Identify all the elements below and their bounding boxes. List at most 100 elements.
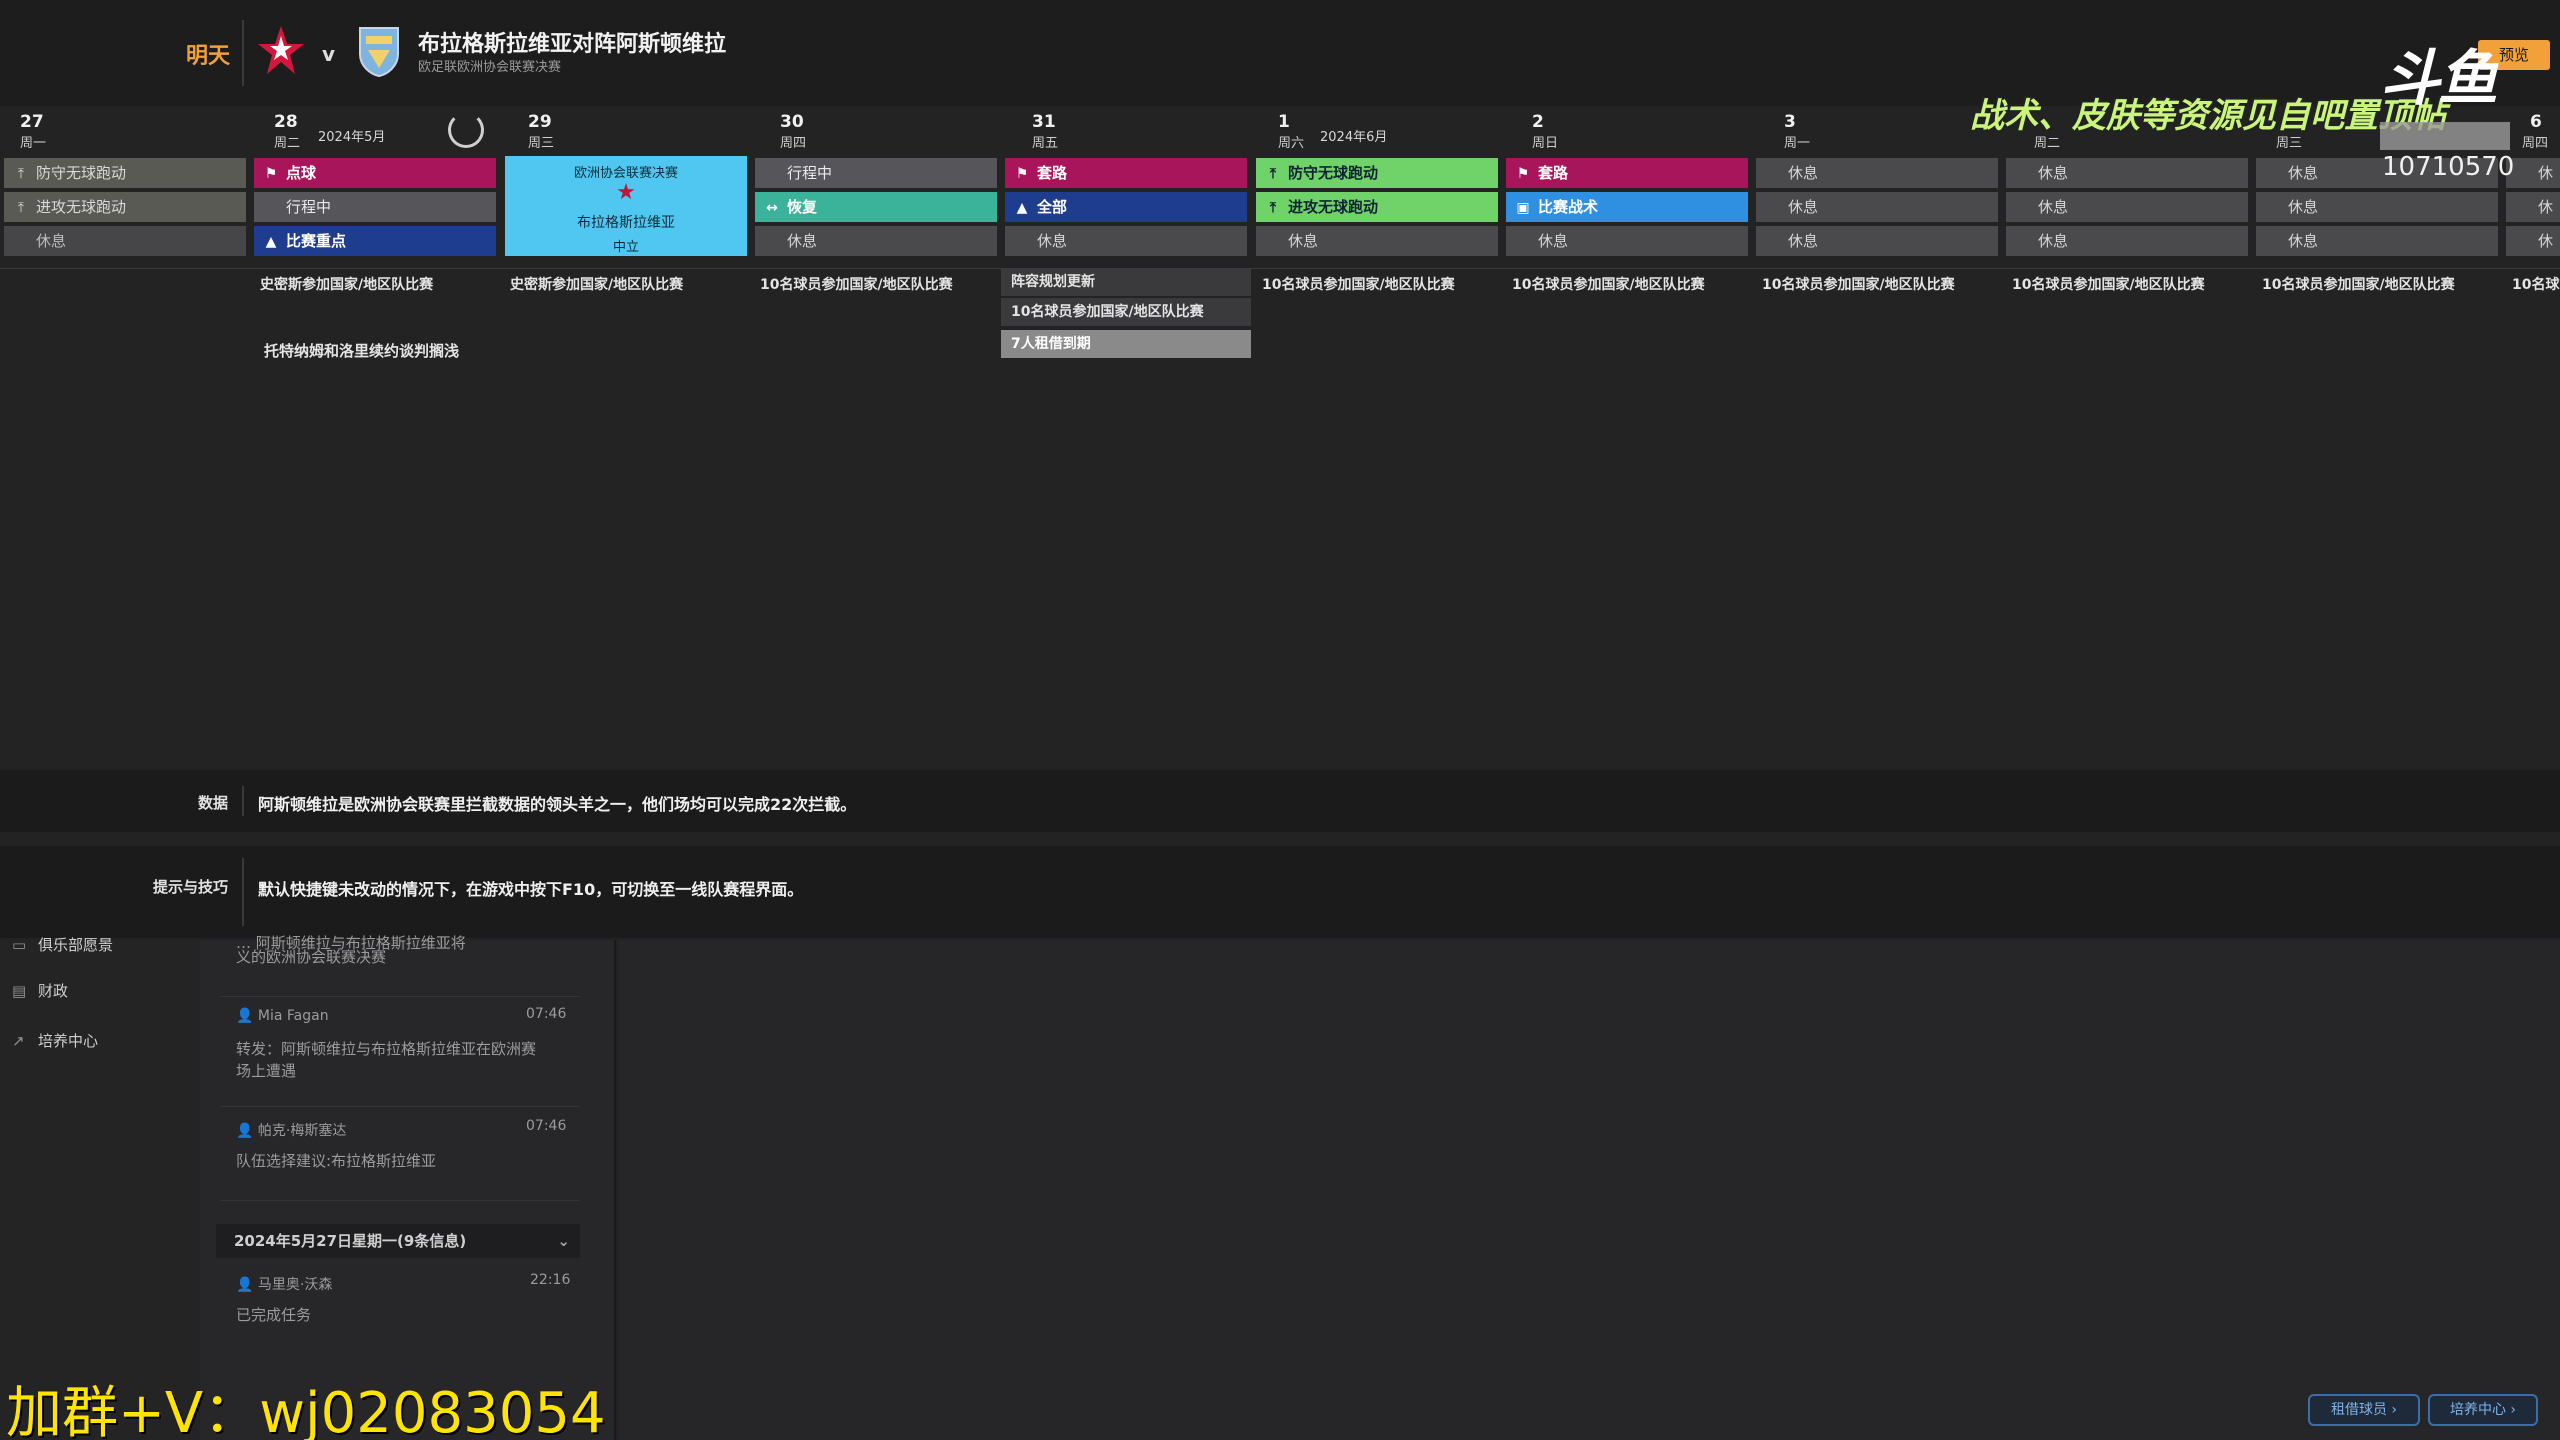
calendar-event[interactable]: 史密斯参加国家/地区队比赛 xyxy=(260,274,433,294)
training-slot[interactable]: 休息 xyxy=(1756,226,1998,256)
news-note[interactable]: 托特纳姆和洛里续约谈判搁浅 xyxy=(264,340,459,361)
training-slot[interactable]: 休息 xyxy=(2256,226,2498,256)
room-number: 10710570 xyxy=(2382,152,2515,182)
sidebar-item-vision[interactable]: ▭ 俱乐部愿景 xyxy=(12,934,113,955)
training-slot[interactable]: ▲ 比赛重点 xyxy=(254,226,496,256)
stream-watermark-text: 战术、皮肤等资源见自吧置顶帖 xyxy=(1970,96,2446,136)
development-center-button[interactable]: 培养中心 › xyxy=(2428,1394,2538,1426)
feed-sender[interactable]: 👤 马里奥·沃森 xyxy=(236,1274,332,1294)
feed-divider xyxy=(220,1200,580,1201)
training-slot[interactable]: ⚑ 点球 xyxy=(254,158,496,188)
feed-date-group[interactable]: 2024年5月27日星期一(9条信息) ⌄ xyxy=(216,1224,580,1258)
match-card[interactable]: 欧洲协会联赛决赛 ★ 布拉格斯拉维亚 中立 xyxy=(505,156,747,256)
sidebar-item-finance[interactable]: ▤ 财政 xyxy=(12,980,68,1001)
calendar-event[interactable]: 7人租借到期 xyxy=(1001,330,1251,358)
douyu-logo: 斗鱼 xyxy=(2380,44,2498,114)
runner-icon: ⤒ xyxy=(17,166,25,182)
training-slot[interactable]: ⚑ 套路 xyxy=(1506,158,1748,188)
day-header: 6 周四 xyxy=(2522,112,2549,151)
training-slot[interactable]: 休 xyxy=(2506,192,2560,222)
training-slot[interactable]: 休息 xyxy=(2006,192,2248,222)
training-slot[interactable]: ↔ 恢复 xyxy=(755,192,997,222)
feed-time: 07:46 xyxy=(526,1118,567,1134)
loan-players-button[interactable]: 租借球员 › xyxy=(2308,1394,2420,1426)
feed-time: 22:16 xyxy=(530,1272,571,1288)
feed-sender[interactable]: 👤 Mia Fagan xyxy=(236,1008,329,1024)
feed-text: 义的欧洲协会联赛决赛 xyxy=(236,948,387,966)
tips-label: 提示与技巧 xyxy=(152,878,228,896)
feed-message[interactable]: 转发：阿斯顿维拉与布拉格斯拉维亚在欧洲赛 xyxy=(236,1038,536,1059)
day-header: 1 周六 2024年6月 xyxy=(1278,112,1388,151)
training-slot[interactable]: 休息 xyxy=(2006,158,2248,188)
tips-bar: 提示与技巧 默认快捷键未改动的情况下，在游戏中按下F10，可切换至一线队赛程界面… xyxy=(0,846,2560,938)
training-slot[interactable]: 行程中 xyxy=(755,158,997,188)
feed-message[interactable]: 场上遭遇 xyxy=(236,1060,296,1081)
person-icon: 👤 xyxy=(236,1123,258,1139)
calendar-event[interactable]: 10名球员参加国家/地区队比赛 xyxy=(1512,274,1705,294)
training-slot[interactable]: 行程中 xyxy=(254,192,496,222)
training-slot[interactable]: ⤒ 进攻无球跑动 xyxy=(1256,192,1498,222)
runner-icon: ⤒ xyxy=(1269,200,1277,216)
training-slot[interactable]: ▲ 全部 xyxy=(1005,192,1247,222)
calendar-event[interactable]: 史密斯参加国家/地区队比赛 xyxy=(510,274,683,294)
person-icon: 👤 xyxy=(236,1277,258,1293)
sidebar xyxy=(0,940,200,1440)
training-slot[interactable]: 休息 xyxy=(4,226,246,256)
aston-villa-crest-icon[interactable] xyxy=(356,24,402,78)
penalty-icon: ⚑ xyxy=(264,166,278,182)
match-opponent: 布拉格斯拉维亚 xyxy=(577,215,675,231)
training-slot[interactable]: 休息 xyxy=(1506,226,1748,256)
training-slot[interactable]: 休 xyxy=(2506,226,2560,256)
loading-spinner-icon xyxy=(448,112,484,148)
training-slot[interactable]: 休息 xyxy=(2006,226,2248,256)
calendar-divider xyxy=(0,268,2560,269)
set-piece-icon: ⚑ xyxy=(1015,166,1029,182)
feed-message[interactable]: 队伍选择建议:布拉格斯拉维亚 xyxy=(236,1150,436,1171)
person-icon: ▲ xyxy=(1016,200,1028,216)
calendar-event[interactable]: 10名球员参加国家/地区队比赛 xyxy=(1262,274,1455,294)
match-competition: 欧洲协会联赛决赛 xyxy=(573,166,678,181)
training-slot[interactable]: 休息 xyxy=(1756,158,1998,188)
calendar-event[interactable]: 10名球员参加国家/地区队比赛 xyxy=(2012,274,2205,294)
training-slot[interactable]: ▣ 比赛战术 xyxy=(1506,192,1748,222)
bottom-watermark: 加群+V：wj02083054 xyxy=(6,1381,606,1440)
divider xyxy=(242,786,244,816)
feed-sender[interactable]: 👤 帕克·梅斯塞达 xyxy=(236,1120,346,1140)
calendar-event[interactable]: 10名球员参加国家/地区队比赛 xyxy=(1001,298,1251,326)
slavia-star-icon: ★ xyxy=(616,180,636,205)
calendar-event[interactable]: 10名球员参加国家/地区队比赛 xyxy=(1762,274,1955,294)
set-piece-icon: ⚑ xyxy=(1516,166,1530,182)
runner-icon: ⤒ xyxy=(1269,166,1277,182)
data-bar: 数据 阿斯顿维拉是欧洲协会联赛里拦截数据的领头羊之一，他们场均可以完成22次拦截… xyxy=(0,770,2560,832)
day-header: 2 周日 xyxy=(1532,112,1559,151)
versus-label: v xyxy=(322,42,336,66)
training-slot[interactable]: 休息 xyxy=(1756,192,1998,222)
training-slot[interactable]: 休息 xyxy=(755,226,997,256)
day-label: 明天 xyxy=(186,44,231,69)
training-slot[interactable]: 休息 xyxy=(1005,226,1247,256)
sidebar-item-development[interactable]: ↗ 培养中心 xyxy=(12,1030,98,1051)
slavia-star-crest-icon[interactable] xyxy=(258,24,304,78)
training-slot[interactable]: ⚑ 套路 xyxy=(1005,158,1247,188)
match-title: 布拉格斯拉维亚对阵阿斯顿维拉 xyxy=(418,32,727,57)
calendar-event[interactable]: 10名球员参加国家/地区队比赛 xyxy=(760,274,953,294)
chevron-down-icon[interactable]: ⌄ xyxy=(557,1224,570,1258)
tips-text: 默认快捷键未改动的情况下，在游戏中按下F10，可切换至一线队赛程界面。 xyxy=(258,880,804,899)
training-slot[interactable]: ⤒ 防守无球跑动 xyxy=(1256,158,1498,188)
vision-icon: ▭ xyxy=(12,936,27,954)
training-slot[interactable]: 休息 xyxy=(2256,192,2498,222)
feed-time: 07:46 xyxy=(526,1006,567,1022)
training-slot[interactable]: ⤒ 进攻无球跑动 xyxy=(4,192,246,222)
training-slot[interactable]: 休息 xyxy=(1256,226,1498,256)
person-icon: 👤 xyxy=(236,1008,258,1024)
match-subtitle: 欧足联欧洲协会联赛决赛 xyxy=(418,60,562,75)
calendar-event[interactable]: 阵容规划更新 xyxy=(1001,268,1251,296)
header-divider xyxy=(242,20,244,86)
tactics-board-icon: ▣ xyxy=(1516,200,1530,216)
calendar-event[interactable]: 10名球员参加国家/地区队比赛 xyxy=(2262,274,2455,294)
calendar-event[interactable]: 10名球 xyxy=(2512,274,2560,294)
training-slot[interactable]: ⤒ 防守无球跑动 xyxy=(4,158,246,188)
feed-message[interactable]: 已完成任务 xyxy=(236,1304,311,1325)
day-header: 31 周五 xyxy=(1032,112,1059,151)
data-label: 数据 xyxy=(197,794,228,812)
